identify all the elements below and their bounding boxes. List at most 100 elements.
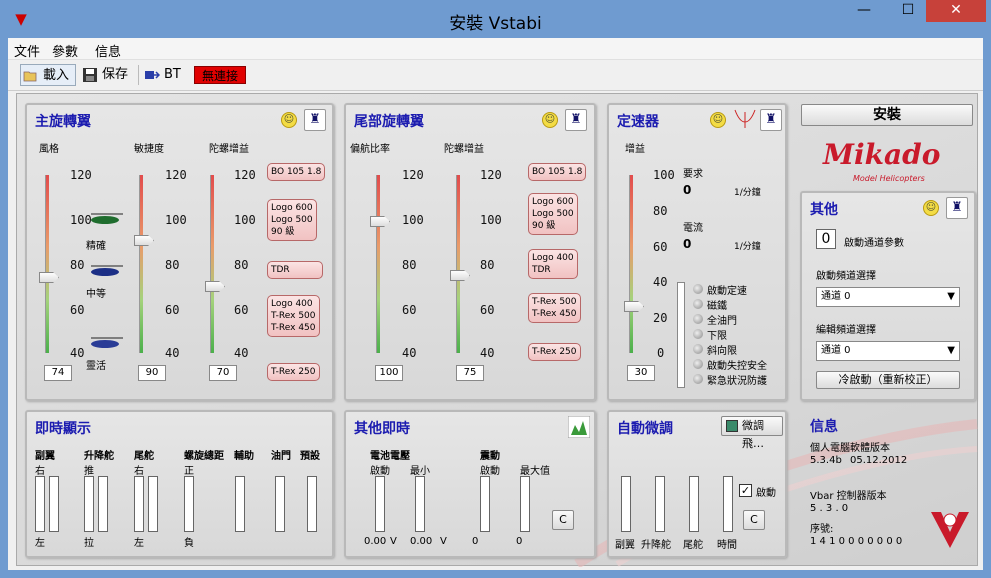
tail-gyro-label: 陀螺增益 xyxy=(444,144,484,155)
aileron-bar xyxy=(49,476,59,532)
trim-bar-label: 升降舵 xyxy=(641,540,671,551)
rudder-bar xyxy=(148,476,158,532)
rt-col-label: 尾舵 xyxy=(134,451,154,462)
menu-info[interactable]: 信息 xyxy=(95,41,121,60)
rt-top-label: 推 xyxy=(84,466,94,477)
vibration-start-label: 啟動 xyxy=(480,466,500,477)
tick-label: 60 xyxy=(480,303,495,317)
gyro-gain-label: 陀螺增益 xyxy=(209,144,249,155)
expert-hat-icon[interactable]: ♜ xyxy=(304,109,326,131)
yaw-slider-thumb[interactable] xyxy=(370,216,390,227)
tick-label: 120 xyxy=(70,168,92,182)
option-indicator[interactable] xyxy=(693,329,703,339)
preset-bubble[interactable]: T-Rex 250 xyxy=(267,363,320,381)
enable-checkbox[interactable]: ✓ xyxy=(739,484,752,497)
style-value-field[interactable]: 74 xyxy=(44,365,72,381)
load-button[interactable]: 載入 xyxy=(20,64,76,86)
trim-bar-label: 時間 xyxy=(717,540,737,551)
preset-bubble[interactable]: BO 105 1.8 xyxy=(267,163,326,181)
maximize-button[interactable]: ☐ xyxy=(886,0,930,22)
request-label: 要求 xyxy=(683,169,703,180)
agility-slider-thumb[interactable] xyxy=(134,235,154,246)
option-indicator[interactable] xyxy=(693,284,703,294)
gyro-slider-thumb[interactable] xyxy=(205,281,225,292)
preset-bubble[interactable]: Logo 400 TDR xyxy=(528,249,578,279)
option-indicator[interactable] xyxy=(693,314,703,324)
battery-min-value: 0.00 xyxy=(410,536,433,547)
tail-gyro-slider-track[interactable] xyxy=(456,175,460,353)
yaw-value-field[interactable]: 100 xyxy=(375,365,403,381)
expert-hat-icon[interactable]: ♜ xyxy=(565,109,587,131)
preset-bubble[interactable]: Logo 400 T-Rex 500 T-Rex 450 xyxy=(267,295,320,337)
rt-col-label: 油門 xyxy=(271,451,291,462)
edit-channel-select[interactable]: 通道 0 ▼ xyxy=(816,341,960,361)
style-slider-thumb[interactable] xyxy=(39,272,59,283)
governor-gain-slider-thumb[interactable] xyxy=(624,301,644,312)
preset-bubble[interactable]: T-Rex 500 T-Rex 450 xyxy=(528,293,581,323)
main-rotor-panel: 主旋轉翼 ☺ ♜ 風格 敏捷度 陀螺增益 120 100 80 60 40 精確… xyxy=(25,103,334,401)
smiley-icon[interactable]: ☺ xyxy=(710,112,726,128)
menu-file[interactable]: 文件 xyxy=(14,41,40,60)
menu-parameters[interactable]: 參數 xyxy=(52,41,78,60)
close-button[interactable]: ✕ xyxy=(926,0,986,22)
tail-rotor-title: 尾部旋轉翼 xyxy=(354,114,424,130)
yaw-slider-track[interactable] xyxy=(376,175,380,353)
governor-curve-icon xyxy=(734,109,756,128)
tail-gyro-value-field[interactable]: 75 xyxy=(456,365,484,381)
trim-rudder-bar xyxy=(689,476,699,532)
minimize-button[interactable]: — xyxy=(842,0,886,22)
smiley-icon[interactable]: ☺ xyxy=(281,112,297,128)
option-indicator[interactable] xyxy=(693,299,703,309)
expert-hat-icon[interactable]: ♜ xyxy=(946,197,968,219)
current-unit: 1/分鐘 xyxy=(734,242,761,252)
trim-time-bar xyxy=(723,476,733,532)
rt-bottom-label: 左 xyxy=(134,538,144,549)
sw-version-value: 5.3.4b xyxy=(810,455,842,466)
rt-top-label: 右 xyxy=(35,466,45,477)
toolbar: 載入 保存 BT 無連接 xyxy=(8,61,983,91)
install-button[interactable]: 安裝 xyxy=(801,104,973,126)
preset-bubble[interactable]: Logo 600 Logo 500 90 級 xyxy=(267,199,317,241)
battery-min-label: 最小 xyxy=(410,466,430,477)
autotrim-title: 自動微調 xyxy=(617,421,673,437)
agility-value-field[interactable]: 90 xyxy=(138,365,166,381)
tick-label: 40 xyxy=(653,275,668,289)
option-indicator[interactable] xyxy=(693,374,703,384)
tick-label: 40 xyxy=(165,346,180,360)
expert-hat-icon[interactable]: ♜ xyxy=(760,109,782,131)
agility-slider-track[interactable] xyxy=(139,175,143,353)
trim-flight-button[interactable]: 微調飛… xyxy=(721,416,783,450)
option-indicator[interactable] xyxy=(693,344,703,354)
gyro-slider-track[interactable] xyxy=(210,175,214,353)
rt-col-label: 輔助 xyxy=(234,451,254,462)
title-bar: ▼ 安裝 Vstabi — ☐ ✕ xyxy=(0,0,991,38)
bluetooth-button[interactable]: BT xyxy=(142,64,190,86)
startup-channel-select[interactable]: 通道 0 ▼ xyxy=(816,287,960,307)
autotrim-reset-button[interactable]: C xyxy=(743,510,765,530)
preset-bubble[interactable]: T-Rex 250 xyxy=(528,343,581,361)
tick-label: 80 xyxy=(402,258,417,272)
cold-start-button[interactable]: 冷啟動（重新校正） xyxy=(816,371,960,389)
tail-gyro-slider-thumb[interactable] xyxy=(450,270,470,281)
preset-bubble[interactable]: Logo 600 Logo 500 90 級 xyxy=(528,193,578,235)
tick-label: 40 xyxy=(70,346,85,360)
governor-gain-value-field[interactable]: 30 xyxy=(627,365,655,381)
style-slider-track[interactable] xyxy=(45,175,49,353)
preset-bubble[interactable]: BO 105 1.8 xyxy=(528,163,587,181)
preset-bubble[interactable]: TDR xyxy=(267,261,323,279)
tick-label: 60 xyxy=(70,303,85,317)
smiley-icon[interactable]: ☺ xyxy=(923,200,939,216)
reset-button[interactable]: C xyxy=(552,510,574,530)
gyro-value-field[interactable]: 70 xyxy=(209,365,237,381)
enable-label: 啟動 xyxy=(756,488,776,499)
governor-gain-slider-track[interactable] xyxy=(629,175,633,353)
option-indicator[interactable] xyxy=(693,359,703,369)
tick-label: 20 xyxy=(653,311,668,325)
connection-status-indicator: 無連接 xyxy=(194,66,246,84)
agility-label: 敏捷度 xyxy=(134,144,164,155)
chart-icon[interactable] xyxy=(568,416,590,438)
channel-param-value[interactable]: 0 xyxy=(816,229,836,249)
rudder-bar xyxy=(134,476,144,532)
smiley-icon[interactable]: ☺ xyxy=(542,112,558,128)
save-button[interactable]: 保存 xyxy=(80,64,136,86)
